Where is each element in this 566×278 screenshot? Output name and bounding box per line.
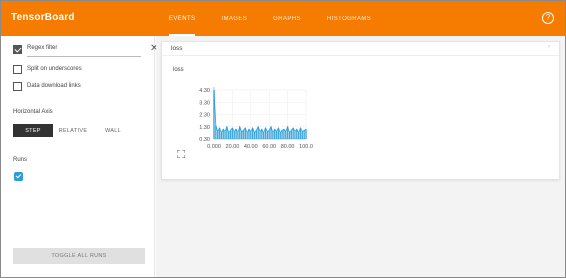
nav-tabs: EVENTS IMAGES GRAPHS HISTOGRAMS bbox=[169, 1, 397, 36]
axis-step-button[interactable]: STEP bbox=[13, 124, 53, 137]
regex-filter-label: Regex filter bbox=[27, 45, 58, 51]
horizontal-axis-selector: STEP RELATIVE WALL bbox=[13, 124, 133, 137]
y-tick-label: 2.30 bbox=[199, 113, 210, 119]
x-tick-label: 100.0 bbox=[299, 144, 313, 150]
main-panel: loss › loss 4.30 3.30 2.30 1.30 0.30 0.000 20.… bbox=[156, 36, 565, 277]
x-tick-label: 0.000 bbox=[207, 144, 221, 150]
help-icon[interactable]: ? bbox=[542, 12, 554, 24]
regex-filter-row: Regex filter ✕ bbox=[13, 43, 158, 58]
tab-images[interactable]: IMAGES bbox=[221, 1, 247, 36]
data-download-label: Data download links bbox=[27, 83, 81, 89]
tab-events[interactable]: EVENTS bbox=[169, 1, 196, 36]
y-tick-label: 3.30 bbox=[199, 100, 210, 106]
runs-title: Runs bbox=[13, 157, 28, 163]
data-download-checkbox[interactable] bbox=[13, 82, 22, 91]
chart-card: loss › loss 4.30 3.30 2.30 1.30 0.30 0.000 20.… bbox=[161, 41, 560, 180]
app-window: TensorBoard EVENTS IMAGES GRAPHS HISTOGR… bbox=[0, 0, 566, 278]
x-tick-label: 80.00 bbox=[281, 144, 295, 150]
x-tick-label: 60.00 bbox=[262, 144, 276, 150]
loss-chart: 4.30 3.30 2.30 1.30 0.300.000 20.00 40.00 60.00… bbox=[199, 87, 313, 150]
regex-input[interactable] bbox=[27, 56, 141, 57]
series-line bbox=[213, 89, 307, 134]
x-tick-label: 40.00 bbox=[244, 144, 258, 150]
sidebar: Regex filter ✕ Split on underscores Data… bbox=[1, 36, 158, 277]
toggle-all-runs-button[interactable]: TOGGLE ALL RUNS bbox=[13, 248, 145, 264]
y-tick-label: 0.30 bbox=[199, 137, 210, 143]
fullscreen-icon[interactable] bbox=[177, 150, 185, 158]
app-title: TensorBoard bbox=[11, 12, 75, 23]
option-split-underscores[interactable]: Split on underscores bbox=[13, 65, 149, 75]
tab-graphs[interactable]: GRAPHS bbox=[273, 1, 301, 36]
y-tick-label: 4.30 bbox=[199, 88, 210, 94]
option-data-download[interactable]: Data download links bbox=[13, 82, 149, 92]
axis-wall-button[interactable]: WALL bbox=[93, 124, 133, 137]
x-tick-label: 20.00 bbox=[226, 144, 240, 150]
split-underscores-label: Split on underscores bbox=[27, 66, 82, 72]
split-underscores-checkbox[interactable] bbox=[13, 65, 22, 74]
top-bar: TensorBoard EVENTS IMAGES GRAPHS HISTOGR… bbox=[1, 1, 565, 36]
y-tick-label: 1.30 bbox=[199, 125, 210, 131]
tab-histograms[interactable]: HISTOGRAMS bbox=[327, 1, 371, 36]
horizontal-axis-title: Horizontal Axis bbox=[13, 109, 53, 115]
run-checkbox[interactable] bbox=[14, 172, 23, 181]
axis-relative-button[interactable]: RELATIVE bbox=[53, 124, 93, 137]
regex-checkbox[interactable] bbox=[13, 45, 22, 54]
